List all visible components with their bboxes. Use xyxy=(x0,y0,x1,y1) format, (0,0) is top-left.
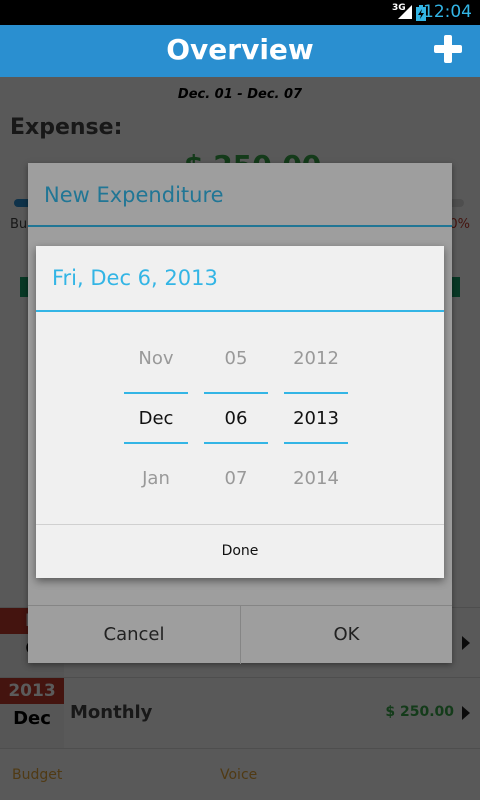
selection-line xyxy=(284,442,348,444)
selection-line xyxy=(204,442,268,444)
dialog-divider xyxy=(36,310,444,312)
day-picker[interactable]: 05 06 07 xyxy=(204,326,268,516)
done-button[interactable]: Done xyxy=(36,543,444,559)
clock: 12:04 xyxy=(423,2,472,22)
year-next[interactable]: 2014 xyxy=(284,468,348,489)
month-current[interactable]: Dec xyxy=(124,408,188,429)
day-prev[interactable]: 05 xyxy=(204,348,268,369)
date-picker-dialog: Fri, Dec 6, 2013 Nov Dec Jan 05 06 07 20… xyxy=(36,246,444,578)
day-next[interactable]: 07 xyxy=(204,468,268,489)
day-current[interactable]: 06 xyxy=(204,408,268,429)
dialog-button-bar: Done xyxy=(36,524,444,578)
selection-line xyxy=(204,392,268,394)
selection-line xyxy=(284,392,348,394)
add-icon[interactable] xyxy=(432,33,464,65)
page-title: Overview xyxy=(166,33,314,66)
month-prev[interactable]: Nov xyxy=(124,348,188,369)
selection-line xyxy=(124,392,188,394)
status-bar: 3G 12:04 xyxy=(0,0,480,25)
year-current[interactable]: 2013 xyxy=(284,408,348,429)
signal-icon xyxy=(398,5,412,19)
app-header: Overview xyxy=(0,25,480,77)
year-picker[interactable]: 2012 2013 2014 xyxy=(284,326,348,516)
month-picker[interactable]: Nov Dec Jan xyxy=(124,326,188,516)
selection-line xyxy=(124,442,188,444)
year-prev[interactable]: 2012 xyxy=(284,348,348,369)
month-next[interactable]: Jan xyxy=(124,468,188,489)
date-picker-title: Fri, Dec 6, 2013 xyxy=(52,266,218,290)
